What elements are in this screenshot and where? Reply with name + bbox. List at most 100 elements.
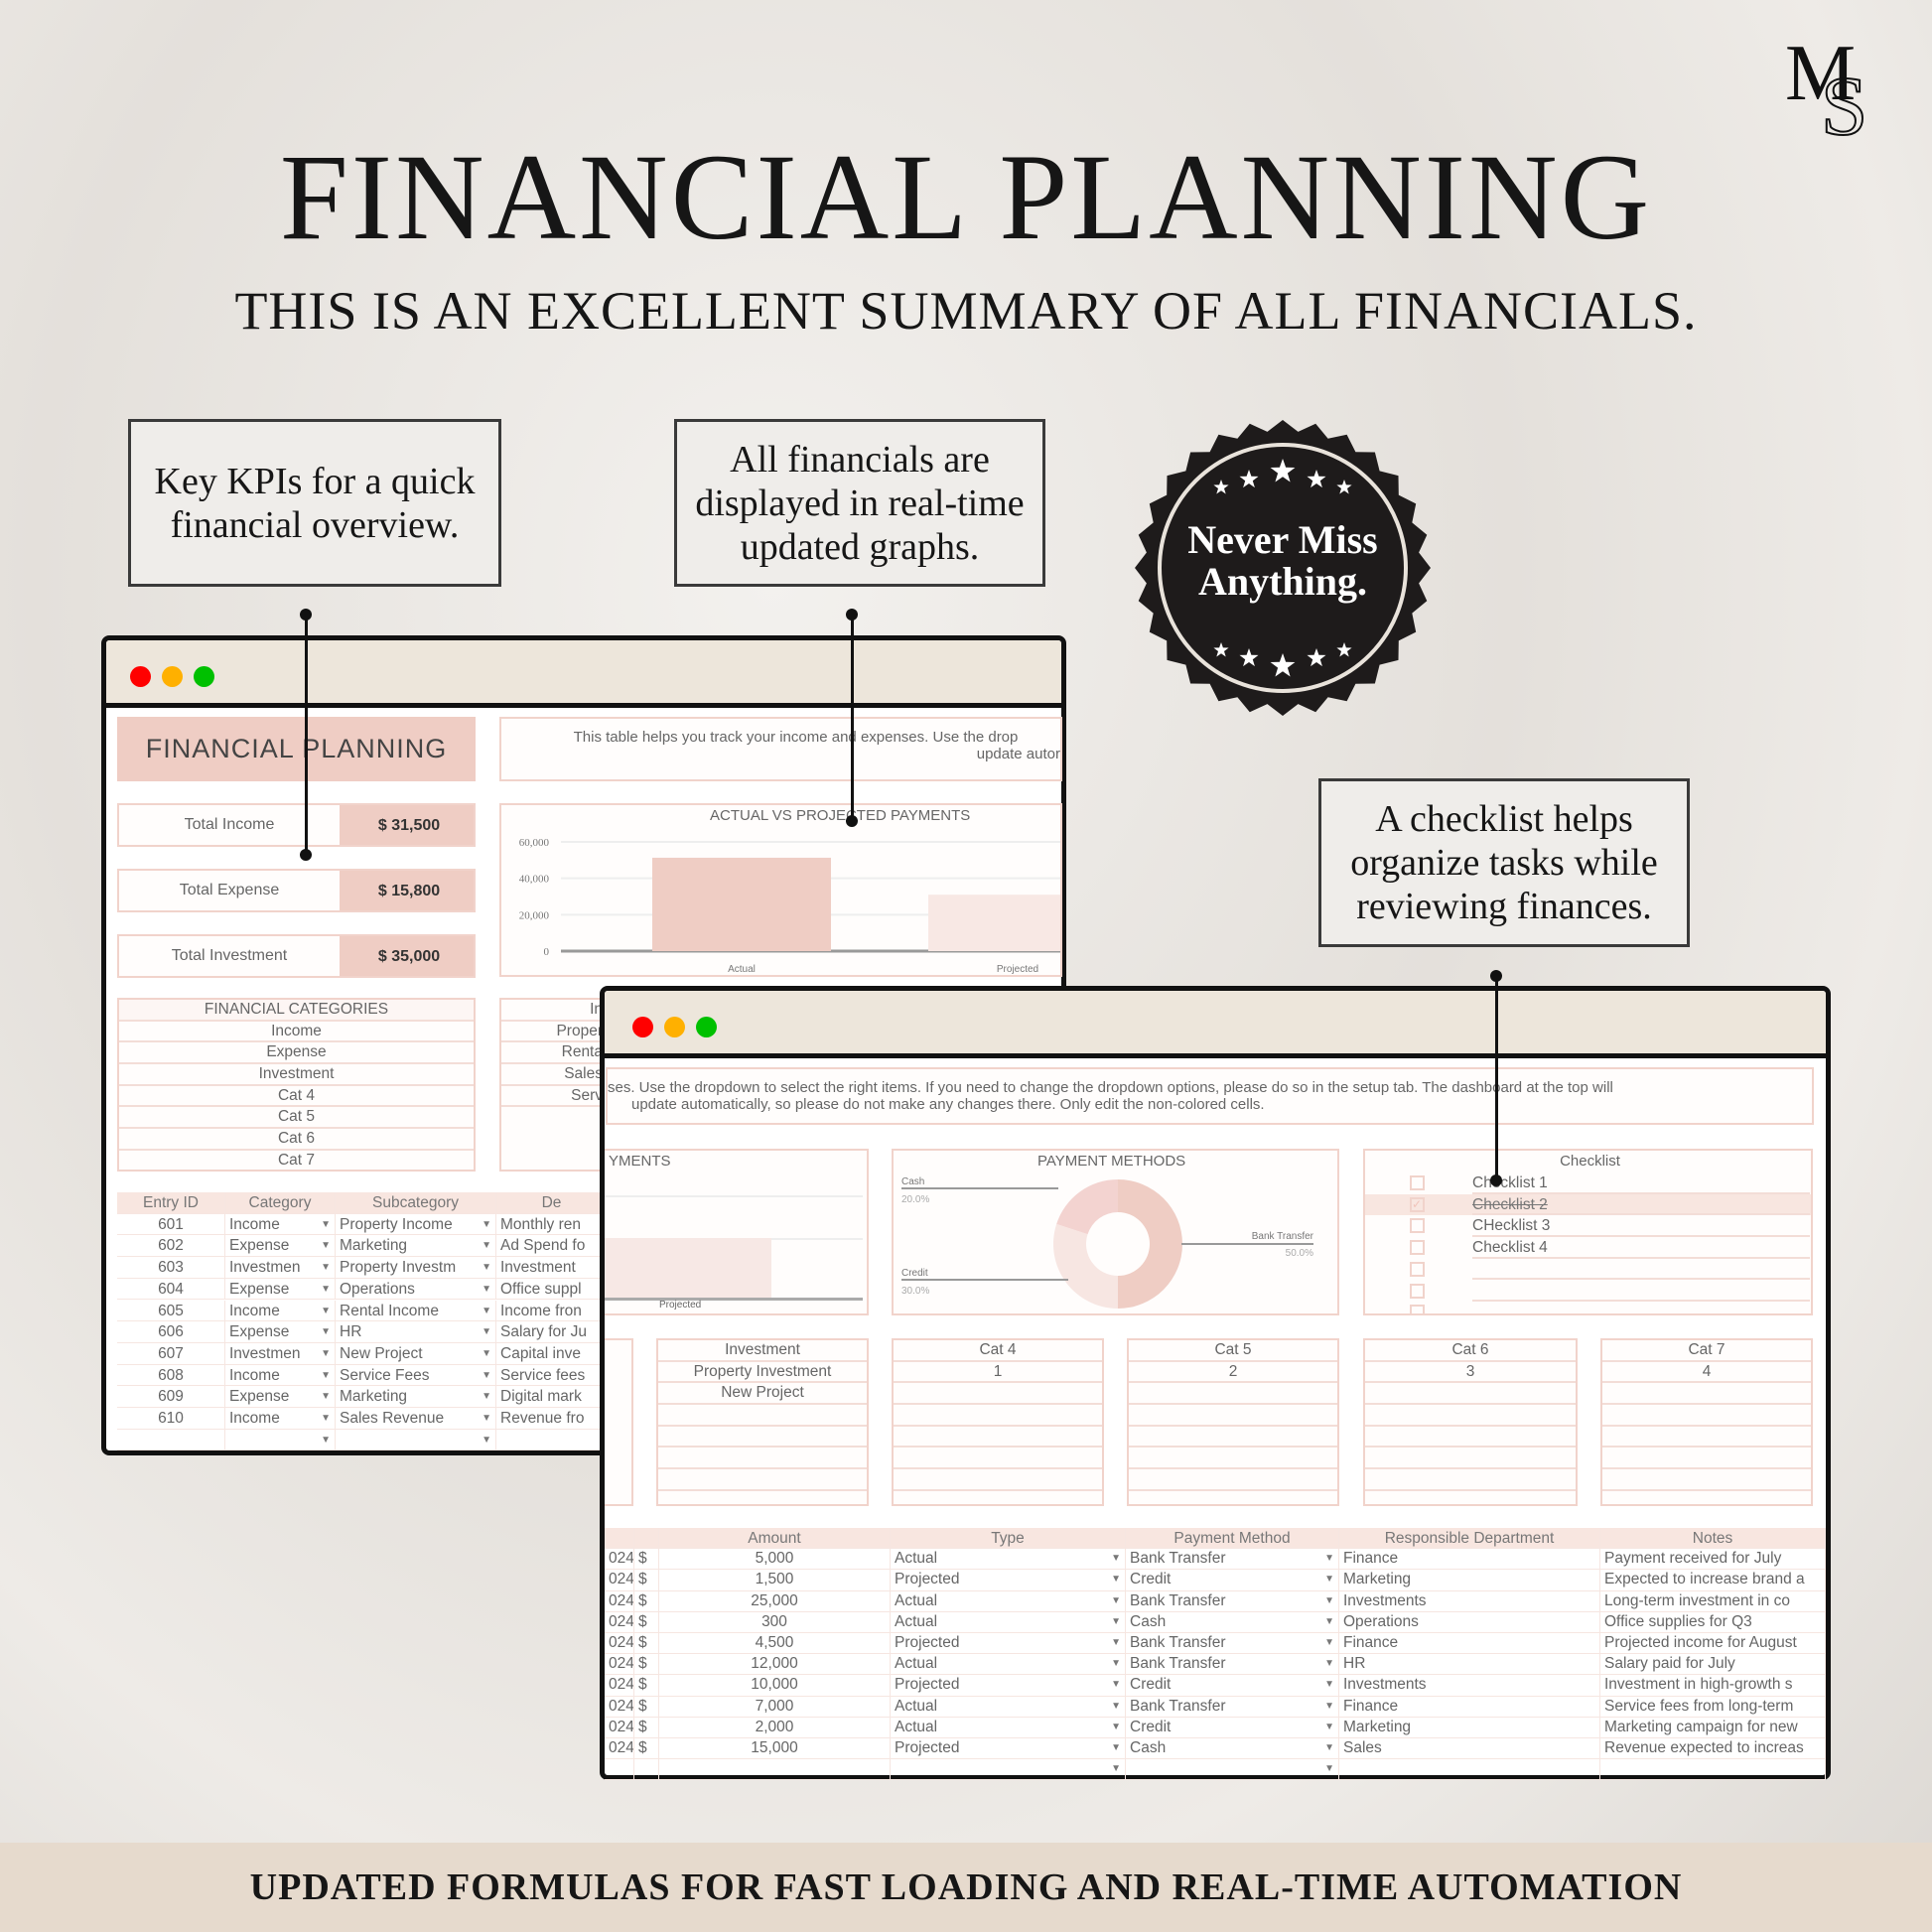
checkbox[interactable] [1410,1175,1425,1190]
dropdown-arrow-icon[interactable]: ▼ [1111,1549,1121,1569]
table-cell[interactable]: Bank Transfer ▼ [1126,1590,1339,1612]
table-cell[interactable]: Sales Revenue ▼ [336,1408,496,1430]
table-cell[interactable]: Investmen ▼ [225,1342,336,1365]
table-cell[interactable]: Actual ▼ [891,1590,1126,1612]
table-cell[interactable]: Expense ▼ [225,1321,336,1343]
table-cell[interactable]: Bank Transfer ▼ [1126,1696,1339,1718]
dropdown-arrow-icon[interactable]: ▼ [1324,1570,1334,1589]
dropdown-arrow-icon[interactable]: ▼ [1111,1633,1121,1653]
close-button[interactable] [130,666,151,687]
dropdown-arrow-icon[interactable]: ▼ [1111,1759,1121,1779]
table-cell[interactable]: ▼ [225,1429,336,1451]
table-cell[interactable]: Marketing ▼ [336,1235,496,1258]
table-cell[interactable]: Property Investm ▼ [336,1257,496,1279]
table-cell[interactable]: Property Income ▼ [336,1213,496,1236]
table-cell[interactable]: Cash ▼ [1126,1738,1339,1760]
dropdown-arrow-icon[interactable]: ▼ [482,1430,491,1450]
checkbox[interactable] [1410,1305,1425,1313]
checkbox[interactable] [1410,1240,1425,1256]
table-cell[interactable]: Operations ▼ [336,1278,496,1301]
maximize-button[interactable] [696,1017,717,1037]
dropdown-arrow-icon[interactable]: ▼ [482,1279,491,1300]
dropdown-arrow-icon[interactable]: ▼ [1324,1654,1334,1674]
dropdown-arrow-icon[interactable]: ▼ [1111,1591,1121,1611]
dropdown-arrow-icon[interactable]: ▼ [321,1257,331,1278]
dropdown-arrow-icon[interactable]: ▼ [321,1214,331,1235]
table-cell[interactable]: Investmen ▼ [225,1257,336,1279]
table-cell[interactable]: Expense ▼ [225,1278,336,1301]
dropdown-arrow-icon[interactable]: ▼ [1324,1633,1334,1653]
dropdown-arrow-icon[interactable]: ▼ [321,1343,331,1364]
dropdown-arrow-icon[interactable]: ▼ [1324,1738,1334,1758]
dropdown-arrow-icon[interactable]: ▼ [1111,1612,1121,1632]
table-cell[interactable]: Actual ▼ [891,1696,1126,1718]
dropdown-arrow-icon[interactable]: ▼ [1111,1675,1121,1695]
table-cell[interactable]: Actual ▼ [891,1654,1126,1676]
dropdown-arrow-icon[interactable]: ▼ [321,1279,331,1300]
minimize-button[interactable] [162,666,183,687]
dropdown-arrow-icon[interactable]: ▼ [482,1235,491,1256]
dropdown-arrow-icon[interactable]: ▼ [482,1365,491,1386]
table-cell[interactable]: Income ▼ [225,1213,336,1236]
table-cell[interactable]: Service Fees ▼ [336,1364,496,1387]
dropdown-arrow-icon[interactable]: ▼ [1324,1549,1334,1569]
dropdown-arrow-icon[interactable]: ▼ [321,1408,331,1429]
checkbox[interactable] [1410,1283,1425,1299]
table-cell[interactable]: Bank Transfer ▼ [1126,1633,1339,1655]
table-cell[interactable]: Income ▼ [225,1300,336,1322]
dropdown-arrow-icon[interactable]: ▼ [482,1301,491,1321]
table-cell[interactable]: Projected ▼ [891,1570,1126,1591]
dropdown-arrow-icon[interactable]: ▼ [321,1321,331,1342]
table-cell[interactable]: Income ▼ [225,1408,336,1430]
checkbox[interactable] [1410,1218,1425,1234]
dropdown-arrow-icon[interactable]: ▼ [321,1365,331,1386]
table-cell[interactable]: Bank Transfer ▼ [1126,1549,1339,1571]
table-cell[interactable]: Credit ▼ [1126,1717,1339,1738]
dropdown-arrow-icon[interactable]: ▼ [482,1408,491,1429]
table-cell[interactable]: Projected ▼ [891,1675,1126,1697]
dropdown-arrow-icon[interactable]: ▼ [321,1386,331,1407]
dropdown-arrow-icon[interactable]: ▼ [1324,1697,1334,1717]
dropdown-arrow-icon[interactable]: ▼ [1111,1570,1121,1589]
dropdown-arrow-icon[interactable]: ▼ [1111,1738,1121,1758]
dropdown-arrow-icon[interactable]: ▼ [482,1321,491,1342]
table-cell[interactable]: Bank Transfer ▼ [1126,1654,1339,1676]
table-cell[interactable]: ▼ [336,1429,496,1451]
dropdown-arrow-icon[interactable]: ▼ [1111,1718,1121,1737]
table-cell[interactable]: Projected ▼ [891,1738,1126,1760]
table-cell[interactable]: Credit ▼ [1126,1675,1339,1697]
table-cell[interactable]: Marketing ▼ [336,1386,496,1408]
dropdown-arrow-icon[interactable]: ▼ [482,1343,491,1364]
table-cell[interactable]: ▼ [1126,1759,1339,1781]
table-cell[interactable]: Income ▼ [225,1364,336,1387]
dropdown-arrow-icon[interactable]: ▼ [1324,1591,1334,1611]
checkbox[interactable] [1410,1261,1425,1277]
table-cell[interactable]: Actual ▼ [891,1611,1126,1633]
dropdown-arrow-icon[interactable]: ▼ [1111,1697,1121,1717]
table-cell[interactable]: Expense ▼ [225,1386,336,1408]
minimize-button[interactable] [664,1017,685,1037]
dropdown-arrow-icon[interactable]: ▼ [321,1430,331,1450]
table-cell[interactable]: Expense ▼ [225,1235,336,1258]
table-cell[interactable]: New Project ▼ [336,1342,496,1365]
maximize-button[interactable] [194,666,214,687]
table-cell[interactable]: Cash ▼ [1126,1611,1339,1633]
table-cell[interactable]: Rental Income ▼ [336,1300,496,1322]
checkbox[interactable]: ✓ [1410,1196,1425,1212]
table-cell[interactable]: Credit ▼ [1126,1570,1339,1591]
dropdown-arrow-icon[interactable]: ▼ [1111,1654,1121,1674]
close-button[interactable] [632,1017,653,1037]
table-cell[interactable]: ▼ [891,1759,1126,1781]
table-cell[interactable]: HR ▼ [336,1321,496,1343]
dropdown-arrow-icon[interactable]: ▼ [321,1235,331,1256]
dropdown-arrow-icon[interactable]: ▼ [482,1257,491,1278]
dropdown-arrow-icon[interactable]: ▼ [321,1301,331,1321]
dropdown-arrow-icon[interactable]: ▼ [1324,1675,1334,1695]
dropdown-arrow-icon[interactable]: ▼ [482,1214,491,1235]
dropdown-arrow-icon[interactable]: ▼ [1324,1612,1334,1632]
table-cell[interactable]: Projected ▼ [891,1633,1126,1655]
dropdown-arrow-icon[interactable]: ▼ [1324,1759,1334,1779]
table-cell[interactable]: Actual ▼ [891,1717,1126,1738]
table-cell[interactable]: Actual ▼ [891,1549,1126,1571]
dropdown-arrow-icon[interactable]: ▼ [482,1386,491,1407]
